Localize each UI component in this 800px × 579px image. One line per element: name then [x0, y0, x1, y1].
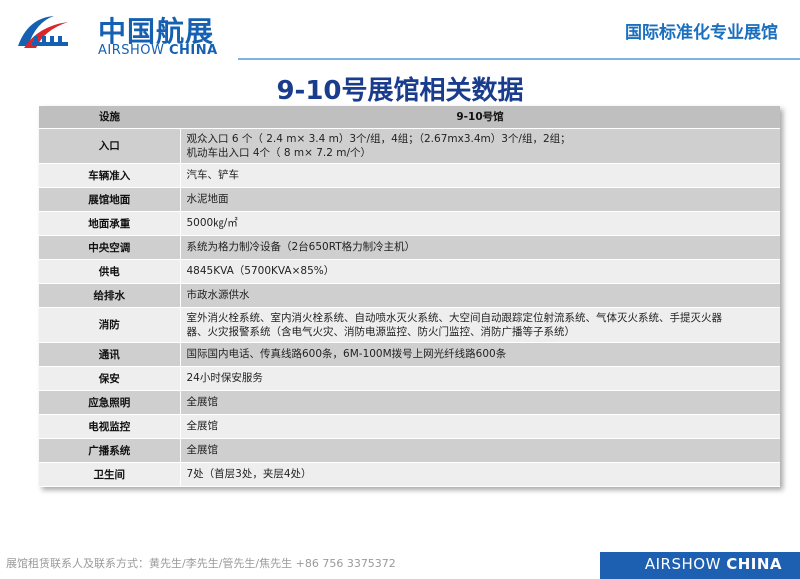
- facility-value-line: 水泥地面: [186, 193, 229, 205]
- facility-label: 中央空调: [39, 235, 181, 260]
- table-row: 应急照明 全展馆: [39, 390, 780, 415]
- table-row: 展馆地面 水泥地面: [39, 187, 780, 212]
- table-row: 卫生间 7处（首层3处，夹层4处）: [39, 462, 780, 487]
- facility-label: 供电: [39, 259, 181, 284]
- facility-value: 水泥地面: [180, 187, 780, 212]
- header-tagline: 国际标准化专业展馆: [625, 23, 778, 43]
- footer-brand: AIRSHOW CHINA: [644, 555, 782, 573]
- facility-value-line: 机动车出入口 4个（ 8 m× 7.2 m/个）: [186, 146, 372, 159]
- footer-contact-info: 展馆租赁联系人及联系方式：黄先生/李先生/管先生/焦先生 +86 756 337…: [6, 557, 396, 570]
- facility-value: 市政水源供水: [180, 283, 780, 308]
- table-row: 中央空调 系统为格力制冷设备（2台650RT格力制冷主机）: [39, 235, 780, 260]
- facility-label: 广播系统: [39, 438, 181, 463]
- table-row: 给排水 市政水源供水: [39, 283, 780, 308]
- facility-label: 电视监控: [39, 414, 181, 439]
- facility-value-line: 器、火灾报警系统（含电气火灾、消防电源监控、防火门监控、消防广播等子系统）: [186, 325, 576, 338]
- airshow-emblem-icon: [18, 16, 68, 48]
- table-row: 入口 观众入口 6 个（ 2.4 m× 3.4 m）3个/组，4组；（2.67mx…: [39, 128, 780, 164]
- facility-value: 4845KVA（5700KVA×85%）: [180, 259, 780, 284]
- facility-value-line: 全展馆: [186, 396, 219, 408]
- facility-value: 汽车、铲车: [180, 163, 780, 188]
- facility-value-line: 全展馆: [186, 420, 219, 432]
- facility-value: 5000㎏/㎡: [180, 211, 780, 236]
- facility-value: 室外消火栓系统、室内消火栓系统、自动喷水灭火系统、大空间自动跟踪定位射流系统、气…: [180, 307, 780, 343]
- facility-value-line: 4845KVA（5700KVA×85%）: [186, 265, 335, 277]
- facility-label: 展馆地面: [39, 187, 181, 212]
- facility-value: 全展馆: [180, 414, 780, 439]
- facility-value: 全展馆: [180, 438, 780, 463]
- facility-value-line: 汽车、铲车: [186, 169, 240, 181]
- facility-value-line: 5000㎏/㎡: [186, 217, 238, 229]
- facility-value-line: 室外消火栓系统、室内消火栓系统、自动喷水灭火系统、大空间自动跟踪定位射流系统、气…: [186, 311, 723, 324]
- table-row: 消防 室外消火栓系统、室内消火栓系统、自动喷水灭火系统、大空间自动跟踪定位射流系统…: [39, 307, 780, 343]
- facility-label: 消防: [39, 307, 181, 343]
- facility-value-line: 国际国内电话、传真线路600条，6M-100M拨号上网光纤线路600条: [186, 348, 507, 360]
- facility-value: 系统为格力制冷设备（2台650RT格力制冷主机）: [180, 235, 780, 260]
- header-divider: [238, 58, 800, 60]
- facility-label: 应急照明: [39, 390, 181, 415]
- airshow-china-logo[interactable]: 中国航展 AIRSHOW CHINA: [14, 10, 224, 58]
- facility-label: 车辆准入: [39, 163, 181, 188]
- hall-specs-table: 设施 9-10号馆 入口 观众入口 6 个（ 2.4 m× 3.4 m）3个/组，…: [39, 106, 780, 487]
- page-header: 中国航展 AIRSHOW CHINA 国际标准化专业展馆: [0, 0, 800, 62]
- facility-value-line: 全展馆: [186, 444, 219, 456]
- facility-value-line: 7处（首层3处，夹层4处）: [186, 468, 312, 480]
- table-body: 入口 观众入口 6 个（ 2.4 m× 3.4 m）3个/组，4组；（2.67mx…: [39, 128, 780, 487]
- facility-value-line: 24小时保安服务: [186, 372, 263, 384]
- facility-value-line: 观众入口 6 个（ 2.4 m× 3.4 m）3个/组，4组；（2.67mx3.…: [186, 132, 571, 145]
- facility-value-line: 系统为格力制冷设备（2台650RT格力制冷主机）: [186, 241, 416, 253]
- facility-value: 24小时保安服务: [180, 366, 780, 391]
- facility-label: 给排水: [39, 283, 181, 308]
- table-header-row: 设施 9-10号馆: [39, 106, 780, 129]
- table-row: 广播系统 全展馆: [39, 438, 780, 463]
- column-header-hall: 9-10号馆: [180, 106, 780, 129]
- facility-label: 地面承重: [39, 211, 181, 236]
- table-row: 通讯 国际国内电话、传真线路600条，6M-100M拨号上网光纤线路600条: [39, 342, 780, 367]
- facility-label: 保安: [39, 366, 181, 391]
- page-title: 9-10号展馆相关数据: [276, 76, 524, 106]
- table-row: 电视监控 全展馆: [39, 414, 780, 439]
- facility-value: 全展馆: [180, 390, 780, 415]
- facility-label: 入口: [39, 128, 181, 164]
- facility-value: 7处（首层3处，夹层4处）: [180, 462, 780, 487]
- table-row: 供电 4845KVA（5700KVA×85%）: [39, 259, 780, 284]
- facility-value: 国际国内电话、传真线路600条，6M-100M拨号上网光纤线路600条: [180, 342, 780, 367]
- facility-value-line: 市政水源供水: [186, 289, 250, 301]
- logo-english-text: AIRSHOW CHINA: [98, 43, 218, 58]
- facility-value: 观众入口 6 个（ 2.4 m× 3.4 m）3个/组，4组；（2.67mx3.…: [180, 128, 780, 164]
- facility-label: 通讯: [39, 342, 181, 367]
- column-header-facility: 设施: [39, 106, 180, 129]
- table-row: 车辆准入 汽车、铲车: [39, 163, 780, 188]
- table-row: 地面承重 5000㎏/㎡: [39, 211, 780, 236]
- table-row: 保安 24小时保安服务: [39, 366, 780, 391]
- facility-label: 卫生间: [39, 462, 181, 487]
